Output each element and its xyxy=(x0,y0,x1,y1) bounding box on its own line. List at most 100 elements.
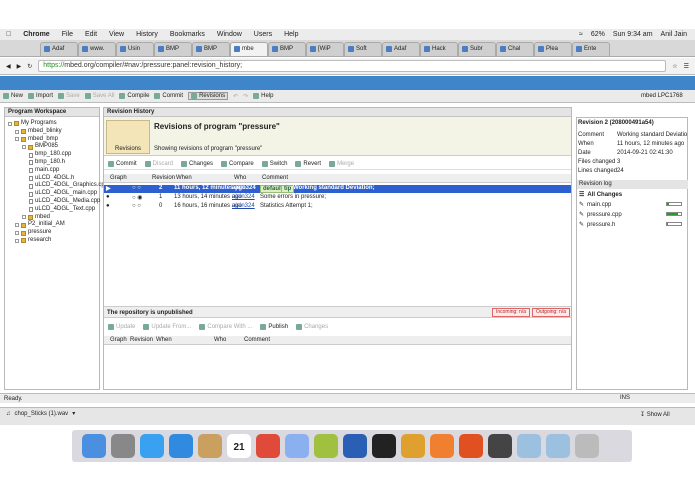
new-button[interactable]: New xyxy=(3,93,23,99)
battery-level[interactable]: 62% xyxy=(591,31,605,38)
browser-tab[interactable]: [WiP xyxy=(306,42,344,56)
compare-action[interactable]: Compare xyxy=(221,161,254,167)
changed-file[interactable]: ✎ main.cpp xyxy=(579,201,685,208)
folder-icon[interactable] xyxy=(517,434,541,458)
tree-item[interactable]: uLCD_4DGL_Graphics.cpp xyxy=(5,182,108,190)
expander-icon[interactable] xyxy=(15,223,19,228)
browser-tab[interactable]: Usin xyxy=(116,42,154,56)
menu-window[interactable]: Window xyxy=(211,31,248,38)
menu-app-name[interactable]: Chrome xyxy=(17,31,55,38)
browser-tab[interactable]: Adaf xyxy=(382,42,420,56)
browser-tab[interactable]: BMP xyxy=(268,42,306,56)
folder-icon[interactable] xyxy=(546,434,570,458)
browser-tab[interactable]: Soft xyxy=(344,42,382,56)
expander-icon[interactable] xyxy=(22,145,26,150)
reload-icon[interactable]: ↻ xyxy=(27,63,32,70)
back-icon[interactable]: ◀ xyxy=(6,63,11,70)
col-comment[interactable]: Comment xyxy=(262,175,288,181)
import-button[interactable]: Import xyxy=(28,93,53,99)
tree-item[interactable]: uLCD_4DGL_Media.cpp xyxy=(5,198,100,206)
download-item[interactable]: ♫ chop_Sticks (1).wav ▾ xyxy=(6,410,75,418)
changed-file[interactable]: ✎ pressure.h xyxy=(579,221,685,228)
tree-item[interactable]: bmp_180.cpp xyxy=(5,151,99,159)
all-changes-item[interactable]: ☰ All Changes xyxy=(579,191,685,199)
terminal-icon[interactable] xyxy=(372,434,396,458)
launchpad-icon[interactable] xyxy=(111,434,135,458)
tree-item[interactable]: uLCD_4DGL.h xyxy=(5,175,99,183)
menu-view[interactable]: View xyxy=(103,31,130,38)
tree-item[interactable]: bmp_180.h xyxy=(5,159,99,167)
changes2-action[interactable]: Changes xyxy=(296,323,328,330)
safari-icon[interactable] xyxy=(169,434,193,458)
radio-icon[interactable]: ○ ◉ xyxy=(132,194,143,201)
tree-item[interactable]: mbed_blinky xyxy=(5,128,99,136)
menu-help[interactable]: Help xyxy=(278,31,304,38)
apple-icon[interactable]:  xyxy=(0,31,17,38)
update-action[interactable]: Update xyxy=(108,323,135,330)
tree-item[interactable]: uLCD_4DGL_Text.cpp xyxy=(5,206,99,214)
tree-item[interactable]: mbed_bmp xyxy=(5,136,99,144)
radio-icon[interactable]: ○ ○ xyxy=(132,203,141,209)
expander-icon[interactable] xyxy=(15,137,19,142)
tree-item[interactable]: P2_initial_AM xyxy=(5,221,99,229)
col-graph[interactable]: Graph xyxy=(110,175,127,181)
tree-item[interactable]: uLCD_4DGL_main.cpp xyxy=(5,190,99,198)
star-icon[interactable]: ☆ xyxy=(672,63,677,70)
sourcetree-icon[interactable] xyxy=(401,434,425,458)
browser-tab[interactable]: Hack xyxy=(420,42,458,56)
user-name[interactable]: Anil Jain xyxy=(661,31,687,38)
chrome-icon[interactable] xyxy=(256,434,280,458)
browser-tab[interactable]: Plea xyxy=(534,42,572,56)
changes-action[interactable]: Changes xyxy=(181,161,213,167)
browser-tab-active[interactable]: mbe xyxy=(230,42,268,56)
firefox-icon[interactable] xyxy=(459,434,483,458)
vmware-icon[interactable] xyxy=(488,434,512,458)
trash-icon[interactable] xyxy=(575,434,599,458)
itunes-icon[interactable] xyxy=(285,434,309,458)
tree-item[interactable]: mbed xyxy=(5,214,99,222)
save-all-button[interactable]: Save All xyxy=(84,93,114,99)
help-button[interactable]: Help xyxy=(253,93,274,99)
update-from-action[interactable]: Update From... xyxy=(143,323,191,330)
revisions-button[interactable]: Revisions xyxy=(188,92,229,100)
tree-item[interactable]: main.cpp xyxy=(5,167,99,175)
tree-item[interactable]: BMP085 xyxy=(5,143,99,151)
changed-file[interactable]: ✎ pressure.cpp xyxy=(579,211,685,218)
finder-icon[interactable] xyxy=(82,434,106,458)
col-revision[interactable]: Revision xyxy=(152,175,175,181)
browser-tab[interactable]: Subr xyxy=(458,42,496,56)
radio-icon[interactable]: ○ ○ xyxy=(132,185,141,191)
clock[interactable]: Sun 9:34 am xyxy=(613,31,653,38)
menu-file[interactable]: File xyxy=(56,31,79,38)
save-button[interactable]: Save xyxy=(58,93,80,99)
browser-tab[interactable]: BMP xyxy=(154,42,192,56)
menu-history[interactable]: History xyxy=(130,31,164,38)
expander-icon[interactable] xyxy=(8,121,12,126)
col-who[interactable]: Who xyxy=(234,175,246,181)
commit-action[interactable]: Commit xyxy=(108,161,137,167)
commit-button[interactable]: Commit xyxy=(154,93,183,99)
undo-icon[interactable]: ↶ xyxy=(233,93,238,100)
discard-action[interactable]: Discard xyxy=(144,161,173,167)
expander-icon[interactable] xyxy=(15,129,19,134)
tree-item[interactable]: My Programs xyxy=(5,120,99,128)
forward-icon[interactable]: ▶ xyxy=(17,63,22,70)
sublime-icon[interactable] xyxy=(430,434,454,458)
chevron-down-icon[interactable]: ▾ xyxy=(72,410,75,417)
browser-tab[interactable]: Ente xyxy=(572,42,610,56)
wifi-icon[interactable]: ≈ xyxy=(579,31,583,38)
menu-users[interactable]: Users xyxy=(248,31,278,38)
url-field[interactable]: https://mbed.org/compiler/#nav:/pressure… xyxy=(38,60,667,72)
revision-row[interactable]: ● ○ ◉ 1 13 hours, 14 minutes ago ajain32… xyxy=(104,194,571,202)
browser-tab[interactable]: Chal xyxy=(496,42,534,56)
merge-action[interactable]: Merge xyxy=(329,161,354,167)
col-when[interactable]: When xyxy=(176,175,192,181)
compile-button[interactable]: Compile xyxy=(119,93,149,99)
tree-item[interactable]: research xyxy=(5,237,99,245)
expander-icon[interactable] xyxy=(15,231,19,236)
appstore-icon[interactable] xyxy=(140,434,164,458)
revision-row[interactable]: ● ○ ○ 0 16 hours, 16 minutes ago ajain32… xyxy=(104,203,571,211)
browser-tab[interactable]: www. xyxy=(78,42,116,56)
revision-row[interactable]: ▶ ○ ○ 2 11 hours, 12 minutes ago ajain32… xyxy=(104,185,571,193)
word-icon[interactable] xyxy=(343,434,367,458)
